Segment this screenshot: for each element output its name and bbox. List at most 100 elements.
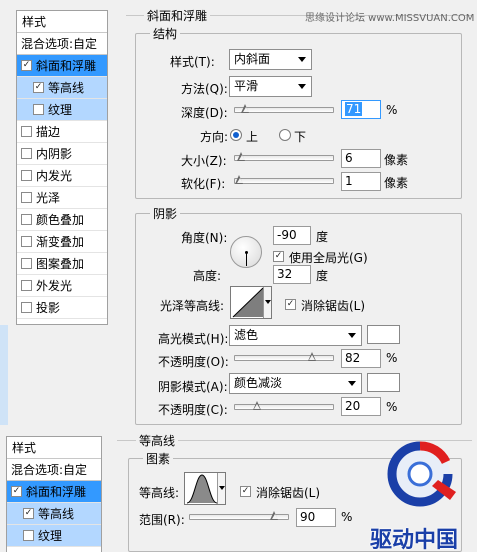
range-label: 范围(R): [139,513,185,527]
antialias-checkbox[interactable]: ✓ [285,299,296,310]
sidebar-item[interactable]: ✓ 等高线 [17,77,107,99]
chevron-down-icon [219,486,225,490]
sidebar-item-label: 纹理 [48,102,73,117]
direction-label: 方向: [200,130,229,144]
shadow-opacity-slider[interactable] [234,401,334,411]
highlight-opacity-slider[interactable] [234,352,334,362]
soften-input[interactable]: 1 [341,172,381,191]
highlight-opacity-unit: % [386,351,398,365]
technique-select[interactable]: 平滑 [229,76,312,97]
sidebar-item[interactable]: 外发光 [17,275,107,297]
sidebar-item-checkbox[interactable] [21,236,32,247]
sidebar-item-label: 描边 [36,124,61,139]
altitude-input[interactable]: 32 [273,265,311,284]
sidebar-item-checkbox[interactable] [21,280,32,291]
direction-down-label: 下 [294,130,307,144]
depth-slider-thumb[interactable] [241,104,250,114]
sidebar-item[interactable]: ✓ 等高线 [7,503,101,525]
global-light-label: 使用全局光(G) [289,251,368,265]
sidebar-item-checkbox[interactable]: ✓ [23,508,34,519]
direction-down-radio[interactable] [279,129,291,141]
sidebar-item[interactable]: 投影 [17,297,107,319]
global-light-checkbox[interactable]: ✓ [273,251,284,262]
sidebar-item-checkbox[interactable] [21,148,32,159]
sidebar-item[interactable]: 纹理 [17,99,107,121]
chevron-down-icon [298,57,306,62]
contour-antialias-checkbox[interactable]: ✓ [240,486,251,497]
sidebar-item[interactable]: 光泽 [17,187,107,209]
sidebar-item[interactable]: 图案叠加 [17,253,107,275]
sidebar-item[interactable]: 纹理 [7,525,101,547]
angle-input[interactable]: -90 [273,226,311,245]
sidebar-item[interactable]: ✓ 斜面和浮雕 [7,481,101,503]
highlight-mode-select[interactable]: 滤色 [229,325,362,346]
sidebar-item[interactable]: 描边 [17,121,107,143]
sidebar-item-checkbox[interactable] [21,302,32,313]
sidebar-item-checkbox[interactable] [23,530,34,541]
contour-picker-chevron[interactable] [263,287,271,318]
soften-label: 软化(F): [181,177,226,191]
shadow-opacity-input[interactable]: 20 [341,397,381,416]
sidebar-item-label: 投影 [36,300,61,315]
styles-header[interactable]: 样式 [17,11,107,33]
logo-text: 驱动中国 [370,528,459,552]
styles-header[interactable]: 样式 [7,437,101,459]
highlight-opacity-thumb[interactable] [307,352,317,362]
range-slider[interactable] [189,511,289,521]
contour-picker[interactable] [184,472,226,505]
sidebar-item[interactable]: 颜色叠加 [17,209,107,231]
angle-dial[interactable] [230,236,262,268]
soften-slider[interactable] [234,175,334,185]
altitude-unit: 度 [316,269,329,283]
soften-slider-thumb[interactable] [235,175,244,185]
sidebar-item-checkbox[interactable] [33,104,44,115]
sidebar-item-checkbox[interactable] [21,258,32,269]
logo-q-icon [387,441,456,507]
shadow-mode-select[interactable]: 颜色减淡 [229,373,362,394]
range-slider-thumb[interactable] [270,511,279,521]
sidebar-item-label: 内阴影 [36,146,73,161]
highlight-color-swatch[interactable] [367,325,400,344]
sidebar-item-checkbox[interactable] [21,192,32,203]
sidebar-item-checkbox[interactable]: ✓ [11,486,22,497]
bevel-style-select[interactable]: 内斜面 [229,49,312,70]
blending-options-item[interactable]: 混合选项:自定 [17,33,107,55]
sidebar-item-checkbox[interactable]: ✓ [21,60,32,71]
technique-label: 方法(Q): [181,82,228,96]
highlight-mode-value: 滤色 [234,328,259,342]
size-input[interactable]: 6 [341,149,381,168]
highlight-opacity-input[interactable]: 82 [341,349,381,368]
blending-options-item[interactable]: 混合选项:自定 [7,459,101,481]
shadow-color-swatch[interactable] [367,373,400,392]
sidebar-item-label: 光泽 [36,190,61,205]
sidebar-item[interactable]: 渐变叠加 [17,231,107,253]
sidebar-item-label: 等高线 [38,506,75,521]
depth-input[interactable]: 71 [341,100,381,119]
range-input[interactable]: 90 [296,508,336,527]
direction-up-radio[interactable] [230,129,242,141]
bottom-styles-sidebar: 样式 混合选项:自定 ✓ 斜面和浮雕 ✓ 等高线 纹理 [6,436,102,552]
gloss-contour-picker[interactable] [230,286,272,319]
elements-title: 图素 [143,450,174,467]
depth-slider[interactable] [234,104,334,114]
style-label: 样式(T): [170,55,215,69]
sidebar-item-label: 图案叠加 [36,256,85,271]
contour-picker-chevron[interactable] [217,473,225,504]
shadow-opacity-thumb[interactable] [252,401,262,411]
sidebar-item[interactable]: 内阴影 [17,143,107,165]
sidebar-item-label: 斜面和浮雕 [36,58,97,73]
sidebar-item[interactable]: ✓ 斜面和浮雕 [17,55,107,77]
sidebar-item-checkbox[interactable] [21,214,32,225]
size-slider-thumb[interactable] [237,152,246,162]
chevron-down-icon [348,381,356,386]
sidebar-item-label: 等高线 [48,80,85,95]
sidebar-item-checkbox[interactable]: ✓ [33,82,44,93]
shadow-opacity-unit: % [386,400,398,414]
shadow-opacity-label: 不透明度(C): [158,403,228,417]
sidebar-item[interactable]: 内发光 [17,165,107,187]
depth-value: 71 [345,102,363,116]
sidebar-item-checkbox[interactable] [21,170,32,181]
sidebar-item-checkbox[interactable] [21,126,32,137]
structure-title: 结构 [150,25,181,42]
size-slider[interactable] [234,152,334,162]
